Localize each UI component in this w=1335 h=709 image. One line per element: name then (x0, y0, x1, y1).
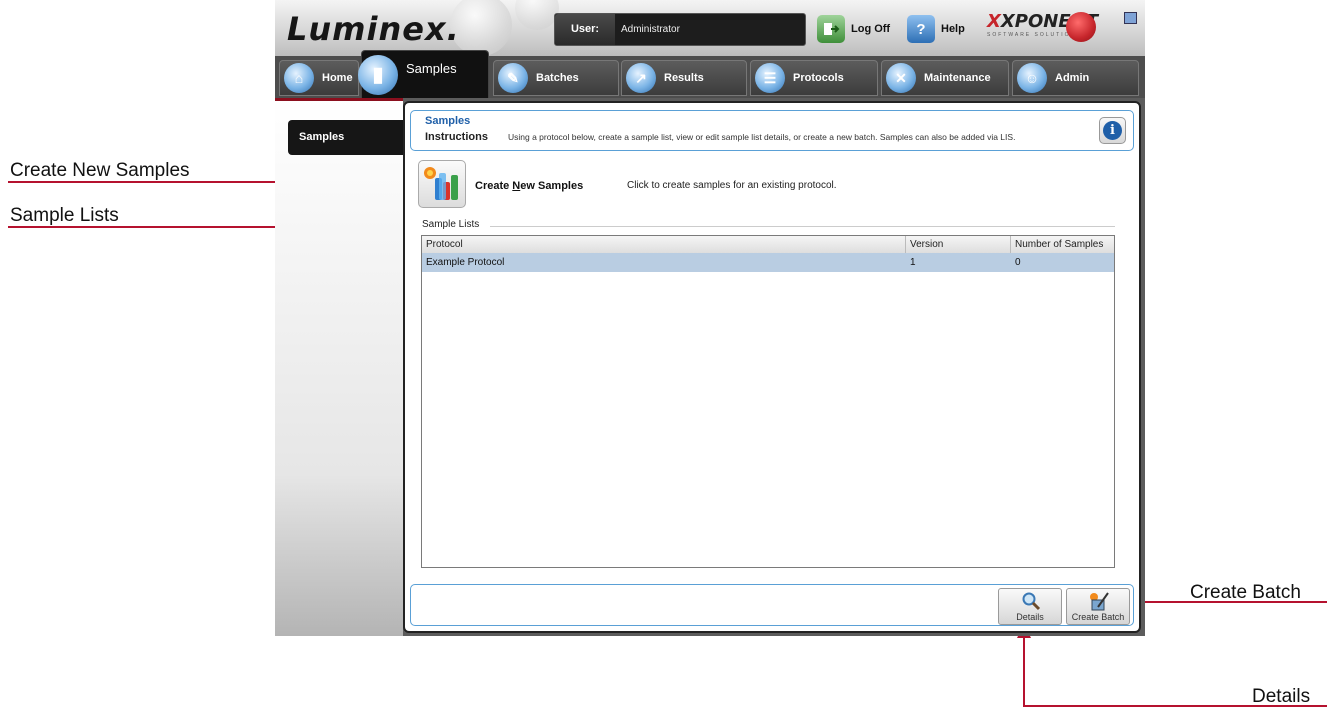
callout-line-details-horizontal (1023, 705, 1327, 707)
create-batch-button-label: Create Batch (1071, 612, 1125, 622)
tab-home-label: Home (322, 72, 353, 84)
tab-maintenance-label: Maintenance (924, 72, 991, 84)
details-button-label: Details (1016, 612, 1044, 622)
main-tab-bar: ⌂ Home ▮ Samples ✎ Batches ↗ Results ☰ P… (275, 50, 1145, 98)
tab-home[interactable]: ⌂ Home (279, 60, 359, 96)
user-box: User: Administrator (554, 13, 806, 46)
create-batch-button[interactable]: Create Batch (1066, 588, 1130, 625)
results-icon: ↗ (626, 63, 656, 93)
cell-number-of-samples: 0 (1015, 257, 1021, 268)
tab-maintenance[interactable]: ✕ Maintenance (881, 60, 1009, 96)
luminex-logo: Luminex. (287, 10, 460, 48)
cell-version: 1 (910, 257, 916, 268)
cell-protocol: Example Protocol (426, 257, 505, 268)
sidebar (275, 98, 403, 636)
create-new-samples-button[interactable] (418, 160, 466, 208)
callout-line-create-batch (1130, 601, 1327, 603)
create-new-samples-label[interactable]: Create New Samples (475, 180, 583, 192)
tab-batches[interactable]: ✎ Batches (493, 60, 619, 96)
tab-admin-label: Admin (1055, 72, 1090, 84)
table-row[interactable]: Example Protocol 1 0 (422, 253, 1114, 272)
help-button[interactable]: ? Help (907, 15, 965, 43)
column-header-protocol[interactable]: Protocol (422, 236, 906, 253)
samples-panel: Samples Instructions Using a protocol be… (403, 101, 1141, 633)
instructions-text: Using a protocol below, create a sample … (508, 132, 1016, 142)
callout-label-sample-lists: Sample Lists (10, 205, 119, 226)
create-samples-icon (424, 167, 458, 200)
instructions-title: Samples (425, 115, 471, 127)
app-window: Luminex. User: Administrator Log Off ? H… (275, 0, 1145, 636)
create-batch-icon (1090, 592, 1109, 611)
table-header: Protocol Version Number of Samples (422, 236, 1114, 254)
sample-lists-group-label: Sample Lists (422, 219, 482, 230)
tab-batches-label: Batches (536, 72, 579, 84)
log-off-icon (817, 15, 845, 43)
info-button[interactable]: i (1099, 117, 1126, 144)
help-label: Help (941, 23, 965, 35)
batches-icon: ✎ (498, 63, 528, 93)
column-header-version[interactable]: Version (906, 236, 1011, 253)
create-new-samples-description: Click to create samples for an existing … (627, 180, 837, 191)
create-label-part: ew Samples (520, 180, 584, 192)
user-value: Administrator (621, 24, 680, 35)
minimize-icon[interactable] (1124, 12, 1137, 24)
maintenance-icon: ✕ (886, 63, 916, 93)
action-bar: Details Create Batch (410, 584, 1134, 626)
user-label: User: (555, 14, 615, 45)
home-icon: ⌂ (284, 63, 314, 93)
callout-label-create-new-samples: Create New Samples (10, 160, 190, 181)
sidebar-item-samples[interactable]: Samples (288, 120, 403, 155)
instructions-label: Instructions (425, 131, 488, 143)
callout-line-details-vertical (1023, 636, 1025, 707)
sample-lists-table[interactable]: Protocol Version Number of Samples Examp… (421, 235, 1115, 568)
tab-admin[interactable]: ☺ Admin (1012, 60, 1139, 96)
tab-results[interactable]: ↗ Results (621, 60, 747, 96)
sidebar-top-accent (275, 98, 403, 101)
info-icon: i (1103, 121, 1122, 140)
tab-samples-label: Samples (406, 61, 457, 76)
column-header-number-of-samples[interactable]: Number of Samples (1011, 236, 1114, 253)
tab-results-label: Results (664, 72, 704, 84)
instructions-box: Samples Instructions Using a protocol be… (410, 110, 1134, 151)
app-header: Luminex. User: Administrator Log Off ? H… (275, 0, 1145, 56)
decorative-bubble (515, 0, 559, 30)
tab-samples[interactable]: ▮ Samples (358, 50, 489, 98)
details-button[interactable]: Details (998, 588, 1062, 625)
log-off-button[interactable]: Log Off (817, 15, 890, 43)
tab-protocols-label: Protocols (793, 72, 844, 84)
group-divider (490, 226, 1115, 227)
samples-icon: ▮ (358, 54, 398, 95)
magnifier-icon (1022, 592, 1041, 611)
create-label-part: Create (475, 180, 513, 192)
help-icon: ? (907, 15, 935, 43)
status-orb-icon (1066, 12, 1096, 42)
admin-icon: ☺ (1017, 63, 1047, 93)
log-off-label: Log Off (851, 23, 891, 35)
tab-protocols[interactable]: ☰ Protocols (750, 60, 878, 96)
protocols-icon: ☰ (755, 63, 785, 93)
